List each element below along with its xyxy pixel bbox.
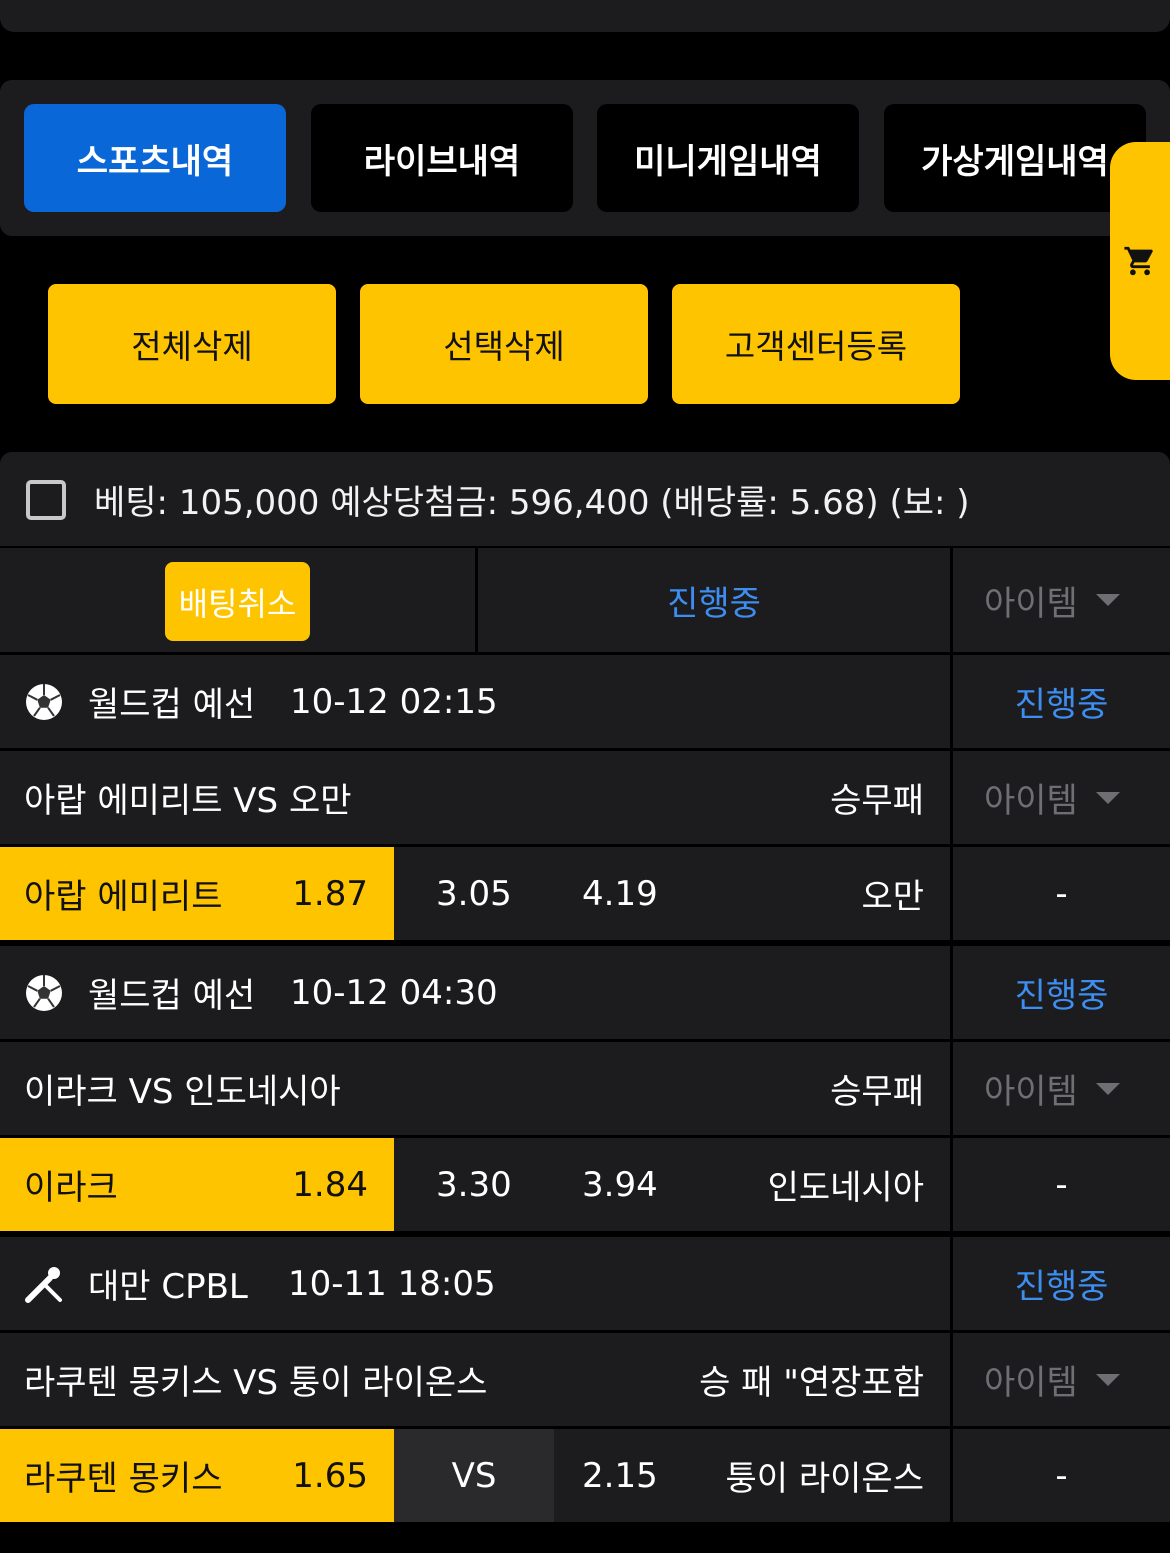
game-info-row: 월드컵 예선 10-12 02:15 진행중 xyxy=(0,655,1170,748)
away-odds[interactable]: 2.15 xyxy=(582,1429,658,1522)
odds-row: 아랍 에미리트 1.87 3.05 4.19 오만 - xyxy=(0,847,1170,940)
item-dropdown[interactable]: 아이템 xyxy=(984,548,1120,652)
odds-row: 라쿠텐 몽키스 1.65 VS 2.15 퉁이 라이온스 - xyxy=(0,1429,1170,1522)
game-info-row: 월드컵 예선 10-12 04:30 진행중 xyxy=(0,946,1170,1039)
top-strip xyxy=(0,0,1170,32)
home-odds: 1.65 xyxy=(292,1455,368,1496)
game-datetime: 10-11 18:05 xyxy=(288,1263,496,1304)
bet-summary-text: 베팅: 105,000 예상당첨금: 596,400 (배당률: 5.68) (… xyxy=(94,482,970,523)
cart-icon xyxy=(1124,246,1153,276)
away-team: 인도네시아 xyxy=(767,1168,924,1208)
register-support-button[interactable]: 고객센터등록 xyxy=(672,284,960,404)
game-status: 진행중 xyxy=(1014,976,1109,1016)
item-dropdown[interactable]: 아이템 xyxy=(984,1042,1120,1135)
divider xyxy=(950,548,953,652)
home-odds: 1.84 xyxy=(292,1164,368,1205)
match-name: 아랍 에미리트 VS 오만 xyxy=(24,781,352,821)
cancel-bet-button[interactable]: 배팅취소 xyxy=(165,562,310,641)
item-dropdown-label: 아이템 xyxy=(984,781,1078,821)
vs-cell: VS xyxy=(394,1429,554,1522)
match-row: 이라크 VS 인도네시아 승무패 아이템 xyxy=(0,1042,1170,1135)
game-status: 진행중 xyxy=(1014,685,1109,725)
tab-minigame-history[interactable]: 미니게임내역 xyxy=(597,104,859,212)
home-team: 라쿠텐 몽키스 xyxy=(24,1459,223,1499)
match-row: 아랍 에미리트 VS 오만 승무패 아이템 xyxy=(0,751,1170,844)
caret-down-icon xyxy=(1095,1082,1120,1095)
item-dropdown-label: 아이템 xyxy=(984,583,1078,624)
delete-all-button[interactable]: 전체삭제 xyxy=(48,284,336,404)
bet-status: 진행중 xyxy=(667,583,761,624)
delete-selected-button[interactable]: 선택삭제 xyxy=(360,284,648,404)
home-selection[interactable]: 이라크 1.84 xyxy=(0,1138,394,1231)
home-team: 아랍 에미리트 xyxy=(24,877,223,917)
league-name: 대만 CPBL xyxy=(88,1267,248,1307)
bet-result: - xyxy=(1055,1164,1068,1205)
odds-row: 이라크 1.84 3.30 3.94 인도네시아 - xyxy=(0,1138,1170,1231)
item-dropdown-label: 아이템 xyxy=(984,1072,1078,1112)
home-selection[interactable]: 라쿠텐 몽키스 1.65 xyxy=(0,1429,394,1522)
league-name: 월드컵 예선 xyxy=(88,685,256,725)
divider xyxy=(950,1042,953,1135)
draw-odds[interactable]: 3.05 xyxy=(436,847,512,940)
game-datetime: 10-12 04:30 xyxy=(290,972,498,1013)
baseball-icon xyxy=(24,1237,64,1330)
market-type: 승무패 xyxy=(830,1072,924,1112)
home-odds: 1.87 xyxy=(292,873,368,914)
bet-result: - xyxy=(1055,873,1068,914)
away-odds[interactable]: 4.19 xyxy=(582,847,658,940)
home-selection[interactable]: 아랍 에미리트 1.87 xyxy=(0,847,394,940)
history-tab-bar: 스포츠내역 라이브내역 미니게임내역 가상게임내역 xyxy=(0,80,1170,236)
tab-sports-history[interactable]: 스포츠내역 xyxy=(24,104,286,212)
match-row: 라쿠텐 몽키스 VS 퉁이 라이온스 승 패 "연장포함 아이템 xyxy=(0,1333,1170,1426)
match-name: 이라크 VS 인도네시아 xyxy=(24,1072,341,1112)
tab-virtual-game-history[interactable]: 가상게임내역 xyxy=(884,104,1146,212)
tab-live-history[interactable]: 라이브내역 xyxy=(311,104,573,212)
match-name: 라쿠텐 몽키스 VS 퉁이 라이온스 xyxy=(24,1363,488,1403)
bet-result: - xyxy=(1055,1455,1068,1496)
home-team: 이라크 xyxy=(24,1168,118,1208)
away-team: 퉁이 라이온스 xyxy=(725,1459,925,1499)
away-team: 오만 xyxy=(861,877,924,917)
bet-summary: 베팅: 105,000 예상당첨금: 596,400 (배당률: 5.68) (… xyxy=(0,452,1170,546)
soccer-ball-icon xyxy=(24,655,64,748)
divider xyxy=(950,751,953,844)
bet-select-checkbox[interactable] xyxy=(26,480,66,520)
item-dropdown[interactable]: 아이템 xyxy=(984,1333,1120,1426)
item-dropdown[interactable]: 아이템 xyxy=(984,751,1120,844)
cart-side-button[interactable] xyxy=(1110,142,1170,380)
away-odds[interactable]: 3.94 xyxy=(582,1138,658,1231)
divider xyxy=(950,1333,953,1426)
market-type: 승 패 "연장포함 xyxy=(699,1363,924,1403)
soccer-ball-icon xyxy=(24,946,64,1039)
market-type: 승무패 xyxy=(830,781,924,821)
bet-header-row: 배팅취소 진행중 아이템 xyxy=(0,548,1170,652)
league-name: 월드컵 예선 xyxy=(88,976,256,1016)
item-dropdown-label: 아이템 xyxy=(984,1363,1078,1403)
game-info-row: 대만 CPBL 10-11 18:05 진행중 xyxy=(0,1237,1170,1330)
game-status: 진행중 xyxy=(1014,1267,1109,1307)
caret-down-icon xyxy=(1095,1373,1120,1386)
caret-down-icon xyxy=(1095,594,1120,606)
caret-down-icon xyxy=(1095,791,1120,804)
game-datetime: 10-12 02:15 xyxy=(290,681,498,722)
draw-odds[interactable]: 3.30 xyxy=(436,1138,512,1231)
